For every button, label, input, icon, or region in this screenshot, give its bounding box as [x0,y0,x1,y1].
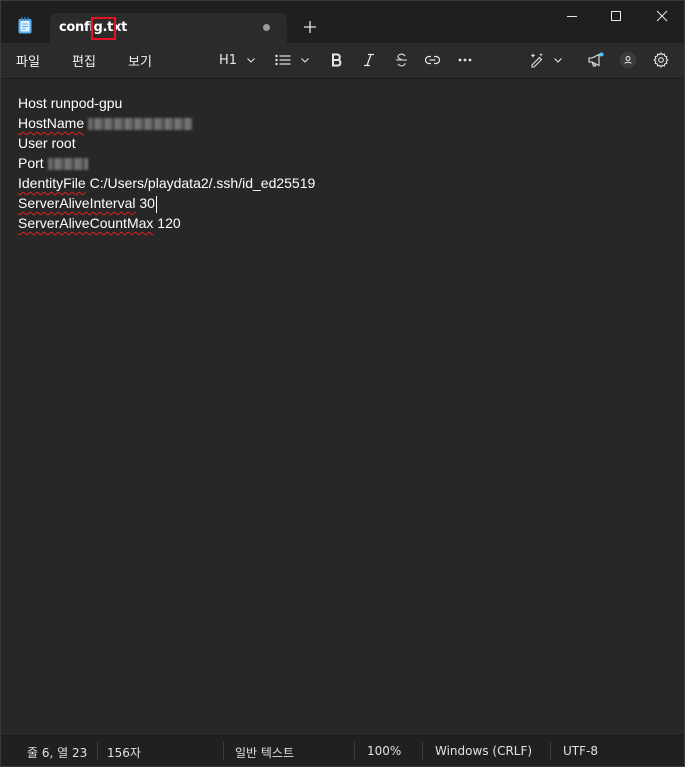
chevron-down-icon [554,58,562,63]
whats-new-button[interactable] [587,51,604,69]
pen-sparkle-icon [530,53,543,68]
line-value: 120 [157,215,181,231]
line-key: HostName [18,115,85,131]
status-separator [223,742,224,760]
heading-dropdown[interactable]: H1 [219,51,256,69]
title-bar: config.txt [1,1,684,43]
avatar-icon [619,51,637,69]
strikethrough-icon [396,53,407,67]
link-icon [425,55,440,65]
editor-line: HostName [18,113,193,133]
new-tab-button[interactable] [301,18,319,36]
line-key: ServerAliveInterval [18,195,136,211]
more-button[interactable] [458,51,472,69]
tab-config-txt[interactable]: config.txt [50,13,287,43]
close-button[interactable] [639,5,685,27]
line-value: C:/Users/playdata2/.ssh/id_ed25519 [89,175,316,191]
editor-line: User root [18,133,76,153]
close-icon [656,10,668,22]
maximize-button[interactable] [593,5,639,27]
minimize-button[interactable] [549,5,595,27]
settings-button[interactable] [653,51,669,69]
line-value: root [51,135,76,151]
maximize-icon [611,11,621,21]
notepad-app-icon [18,17,32,34]
more-icon [458,58,472,62]
minimize-icon [567,16,577,17]
line-key: User [18,135,48,151]
notepad-window: config.txt 파일 편집 보기 H1 Host runpod-gpu H… [0,0,685,767]
highlight-box [91,17,116,40]
line-ending[interactable]: Windows (CRLF) [435,744,532,758]
status-bar: 줄 6, 열 23 156자 일반 텍스트 100% Windows (CRLF… [1,735,684,766]
editor-line: ServerAliveCountMax 120 [18,213,181,233]
cursor-position[interactable]: 줄 6, 열 23 [27,744,87,761]
strikethrough-button[interactable] [395,51,408,69]
account-button[interactable] [619,51,637,69]
plus-icon [304,21,316,33]
link-button[interactable] [425,51,440,69]
editor-line: ServerAliveInterval 30 [18,193,157,213]
line-key: Port [18,155,44,171]
status-separator [550,742,551,760]
italic-icon [364,53,374,67]
line-key: ServerAliveCountMax [18,215,154,231]
encoding[interactable]: UTF-8 [563,744,598,758]
chevron-down-icon [247,58,255,63]
line-value: 30 [139,195,155,211]
text-mode[interactable]: 일반 텍스트 [235,744,294,761]
line-value: runpod-gpu [50,95,123,111]
bold-button[interactable] [331,51,343,69]
menu-view[interactable]: 보기 [128,51,152,70]
line-key: IdentityFile [18,175,86,191]
megaphone-icon [588,52,604,67]
menu-file[interactable]: 파일 [16,51,40,70]
status-separator [422,742,423,760]
menu-edit[interactable]: 편집 [72,51,96,70]
heading-label: H1 [219,52,238,68]
status-separator [97,742,98,760]
editor-line: IdentityFile C:/Users/playdata2/.ssh/id_… [18,173,315,193]
italic-button[interactable] [363,51,375,69]
list-dropdown[interactable] [275,51,310,69]
text-editor[interactable]: Host runpod-gpu HostName User root Port … [1,79,684,735]
editor-line: Port [18,153,88,173]
list-icon [275,54,291,66]
copilot-rewrite-dropdown[interactable] [529,51,563,69]
chevron-down-icon [301,58,309,63]
redacted-port [47,158,88,171]
toolbar: 파일 편집 보기 H1 [1,43,684,79]
line-key: Host [18,95,47,111]
bold-icon [332,53,342,67]
text-cursor [155,195,157,213]
zoom-level[interactable]: 100% [367,744,401,758]
unsaved-dot-icon[interactable] [263,24,270,31]
character-count: 156자 [107,746,141,760]
redacted-hostname [88,118,193,131]
editor-line: Host runpod-gpu [18,93,122,113]
gear-icon [653,52,669,68]
status-separator [354,742,355,760]
